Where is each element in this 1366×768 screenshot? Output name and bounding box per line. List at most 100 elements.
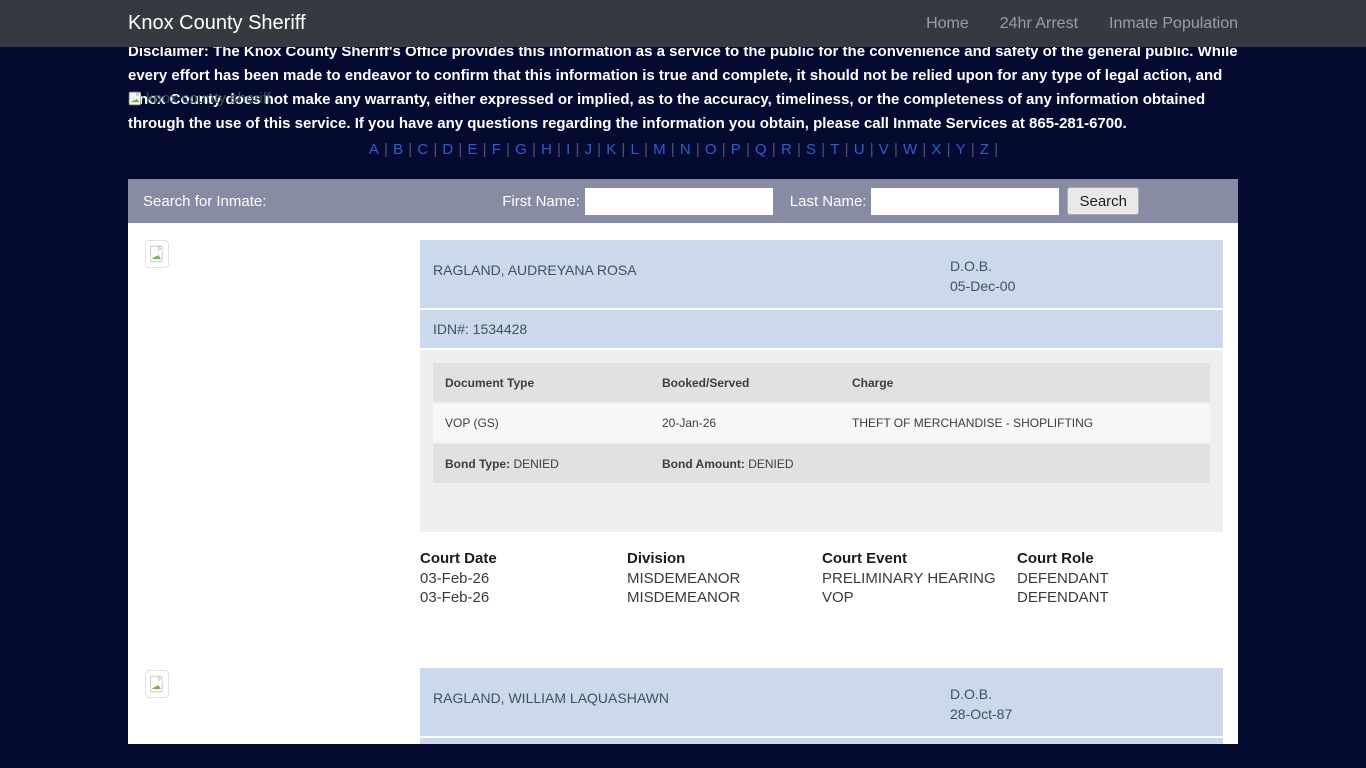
alphabet-separator: | bbox=[429, 141, 441, 158]
alphabet-link-U[interactable]: U bbox=[853, 141, 866, 158]
alphabet-link-C[interactable]: C bbox=[416, 141, 429, 158]
column-header-charge: Charge bbox=[840, 363, 1210, 403]
bond-type-label: Bond Type: bbox=[445, 457, 510, 471]
alphabet-separator: | bbox=[593, 141, 605, 158]
nav-link-inmate-population[interactable]: Inmate Population bbox=[1109, 15, 1238, 33]
division-cell: MISDEMEANOR bbox=[627, 588, 822, 607]
alphabet-separator: | bbox=[793, 141, 805, 158]
alphabet-link-H[interactable]: H bbox=[540, 141, 553, 158]
column-header-document-type: Document Type bbox=[433, 363, 650, 403]
nav-link-24hr-arrest[interactable]: 24hr Arrest bbox=[1000, 15, 1078, 33]
dob-value: 28-Oct-87 bbox=[950, 704, 1012, 724]
last-name-input[interactable] bbox=[871, 188, 1059, 215]
alphabet-link-N[interactable]: N bbox=[679, 141, 692, 158]
document-type-cell: VOP (GS) bbox=[433, 403, 650, 443]
alphabet-separator: | bbox=[918, 141, 930, 158]
bond-amount-value: DENIED bbox=[748, 457, 793, 471]
alphabet-link-X[interactable]: X bbox=[930, 141, 942, 158]
inmate-search-bar: Search for Inmate: First Name: Last Name… bbox=[128, 179, 1238, 223]
search-section-label: Search for Inmate: bbox=[143, 193, 266, 210]
court-date-cell: 03-Feb-26 bbox=[420, 569, 627, 588]
alphabet-separator: | bbox=[640, 141, 652, 158]
broken-image-icon bbox=[149, 675, 165, 693]
inmate-dob-block: D.O.B. 05-Dec-00 bbox=[950, 256, 1015, 296]
broken-image-icon bbox=[128, 91, 143, 106]
results-area: RAGLAND, AUDREYANA ROSA D.O.B. 05-Dec-00… bbox=[128, 223, 1238, 744]
alphabet-separator: | bbox=[718, 141, 730, 158]
charge-cell: THEFT OF MERCHANDISE - SHOPLIFTING bbox=[840, 403, 1210, 443]
alphabet-link-K[interactable]: K bbox=[605, 141, 617, 158]
alphabet-separator: | bbox=[380, 141, 392, 158]
first-name-input[interactable] bbox=[585, 188, 773, 215]
inmate-record: RAGLAND, WILLIAM LAQUASHAWN D.O.B. 28-Oc… bbox=[128, 668, 1238, 744]
court-header-role: Court Role bbox=[1017, 549, 1238, 569]
alphabet-separator: | bbox=[990, 141, 998, 158]
bond-amount-label: Bond Amount: bbox=[662, 457, 745, 471]
alphabet-separator: | bbox=[967, 141, 979, 158]
alphabet-separator: | bbox=[528, 141, 540, 158]
bond-empty-cell bbox=[840, 443, 1210, 483]
alphabet-link-T[interactable]: T bbox=[829, 141, 840, 158]
last-name-label: Last Name: bbox=[790, 193, 867, 210]
broken-logo-alt-text: knox county sheriff bbox=[146, 90, 271, 107]
court-header-division: Division bbox=[627, 549, 822, 569]
alphabet-link-S[interactable]: S bbox=[805, 141, 817, 158]
court-header-event: Court Event bbox=[822, 549, 1017, 569]
alphabet-link-O[interactable]: O bbox=[704, 141, 718, 158]
alphabet-links: A | B | C | D | E | F | G | H | I | J | … bbox=[128, 139, 1238, 160]
alphabet-separator: | bbox=[942, 141, 954, 158]
alphabet-link-F[interactable]: F bbox=[491, 141, 502, 158]
alphabet-link-V[interactable]: V bbox=[878, 141, 890, 158]
alphabet-separator: | bbox=[478, 141, 490, 158]
column-header-booked-served: Booked/Served bbox=[650, 363, 840, 403]
court-event-cell: VOP bbox=[822, 588, 1017, 607]
alphabet-separator: | bbox=[553, 141, 565, 158]
alphabet-link-P[interactable]: P bbox=[730, 141, 742, 158]
inmate-card-body: Document Type Booked/Served Charge VOP (… bbox=[420, 348, 1223, 532]
alphabet-link-Z[interactable]: Z bbox=[979, 141, 990, 158]
alphabet-link-D[interactable]: D bbox=[441, 141, 454, 158]
disclaimer-text: Disclaimer: The Knox County Sheriff's Of… bbox=[128, 40, 1238, 136]
alphabet-separator: | bbox=[454, 141, 466, 158]
alphabet-link-J[interactable]: J bbox=[584, 141, 594, 158]
bond-type-value: DENIED bbox=[513, 457, 558, 471]
court-event-cell: PRELIMINARY HEARING bbox=[822, 569, 1017, 588]
alphabet-separator: | bbox=[840, 141, 852, 158]
search-button[interactable]: Search bbox=[1067, 187, 1139, 215]
alphabet-link-B[interactable]: B bbox=[392, 141, 404, 158]
inmate-name: RAGLAND, AUDREYANA ROSA bbox=[433, 262, 637, 278]
alphabet-link-G[interactable]: G bbox=[514, 141, 528, 158]
alphabet-link-A[interactable]: A bbox=[368, 141, 380, 158]
top-navbar: Knox County Sheriff Home 24hr Arrest Inm… bbox=[0, 0, 1366, 47]
inmate-card: RAGLAND, WILLIAM LAQUASHAWN D.O.B. 28-Oc… bbox=[420, 668, 1223, 744]
inmate-idn-row: IDN#: 1534428 bbox=[420, 308, 1223, 348]
alphabet-link-Q[interactable]: Q bbox=[754, 141, 768, 158]
alphabet-separator: | bbox=[571, 141, 583, 158]
division-cell: MISDEMEANOR bbox=[627, 569, 822, 588]
court-role-cell: DEFENDANT bbox=[1017, 588, 1238, 607]
alphabet-separator: | bbox=[692, 141, 704, 158]
alphabet-link-Y[interactable]: Y bbox=[955, 141, 967, 158]
alphabet-link-W[interactable]: W bbox=[902, 141, 918, 158]
bond-amount-cell: Bond Amount: DENIED bbox=[650, 443, 840, 483]
alphabet-link-L[interactable]: L bbox=[630, 141, 640, 158]
nav-links: Home 24hr Arrest Inmate Population bbox=[926, 15, 1238, 33]
dob-label: D.O.B. bbox=[950, 256, 1015, 276]
alphabet-link-E[interactable]: E bbox=[466, 141, 478, 158]
booked-served-cell: 20-Jan-26 bbox=[650, 403, 840, 443]
broken-logo-image: knox county sheriff bbox=[128, 90, 271, 107]
charges-table-header-row: Document Type Booked/Served Charge bbox=[433, 363, 1210, 403]
court-role-cell: DEFENDANT bbox=[1017, 569, 1238, 588]
alphabet-link-M[interactable]: M bbox=[652, 141, 667, 158]
nav-link-home[interactable]: Home bbox=[926, 15, 969, 33]
court-table: Court Date Division Court Event Court Ro… bbox=[420, 549, 1238, 607]
idn-value: IDN#: 1534428 bbox=[433, 321, 527, 337]
charges-table: Document Type Booked/Served Charge VOP (… bbox=[433, 363, 1210, 483]
court-date-cell: 03-Feb-26 bbox=[420, 588, 627, 607]
alphabet-separator: | bbox=[768, 141, 780, 158]
alphabet-separator: | bbox=[890, 141, 902, 158]
inmate-card-header: RAGLAND, AUDREYANA ROSA D.O.B. 05-Dec-00 bbox=[420, 240, 1223, 308]
brand-link[interactable]: Knox County Sheriff bbox=[128, 12, 306, 35]
broken-image-icon bbox=[149, 245, 165, 263]
alphabet-link-R[interactable]: R bbox=[780, 141, 793, 158]
